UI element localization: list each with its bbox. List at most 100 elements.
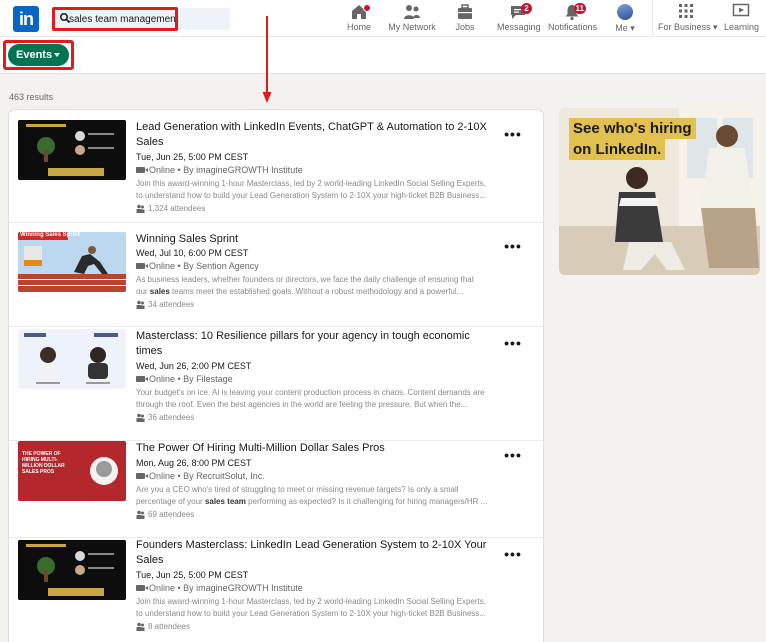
list-item[interactable]: Founders Masterclass: LinkedIn Lead Gene… bbox=[9, 538, 543, 642]
nav-item-messaging[interactable]: 2 Messaging bbox=[497, 3, 541, 35]
list-item[interactable]: Lead Generation with LinkedIn Events, Ch… bbox=[9, 110, 543, 223]
event-description-line: to understand how to build your Lead Gen… bbox=[136, 191, 486, 200]
attendee-count: 36 attendees bbox=[148, 413, 195, 422]
event-organizer: Online • By Sention Agency bbox=[149, 261, 259, 271]
list-item[interactable]: Winning Sales Sprint Winning Sales Sprin… bbox=[9, 223, 543, 327]
ad-headline-line: on LinkedIn. bbox=[569, 139, 666, 160]
attendee-count: 1,324 attendees bbox=[148, 204, 206, 213]
event-thumbnail[interactable] bbox=[18, 540, 126, 600]
event-date: Tue, Jun 25, 5:00 PM CEST bbox=[136, 152, 249, 162]
video-camera-icon bbox=[136, 473, 148, 479]
ad-headline-line: See who's hiring bbox=[569, 118, 696, 139]
network-icon bbox=[403, 3, 421, 22]
event-description-line: Are you a CEO who's tired of struggling … bbox=[136, 485, 459, 494]
video-camera-icon bbox=[136, 376, 148, 382]
thumbnail-caption: Winning Sales Sprint bbox=[20, 232, 80, 238]
event-description-line: percentage of your sales team performing… bbox=[136, 496, 496, 508]
masterclass-speakers-image bbox=[18, 329, 126, 389]
attendee-count: 69 attendees bbox=[148, 510, 195, 519]
more-options-button[interactable]: ••• bbox=[504, 239, 522, 254]
event-attendees: 34 attendees bbox=[136, 300, 194, 309]
briefcase-icon bbox=[456, 3, 474, 22]
event-date: Mon, Aug 26, 8:00 PM CEST bbox=[136, 458, 252, 468]
list-item[interactable]: Masterclass: 10 Resilience pillars for y… bbox=[9, 327, 543, 441]
event-thumbnail[interactable] bbox=[18, 329, 126, 389]
event-title[interactable]: Winning Sales Sprint bbox=[136, 232, 496, 247]
event-thumbnail[interactable] bbox=[18, 120, 126, 180]
search-results-list: Lead Generation with LinkedIn Events, Ch… bbox=[8, 109, 544, 642]
thumbnail-caption: THE POWER OF HIRING MULTI-MILLION DOLLAR… bbox=[22, 451, 65, 475]
nav-item-jobs[interactable]: Jobs bbox=[453, 3, 477, 35]
event-attendees: 1,324 attendees bbox=[136, 204, 205, 213]
event-description: Join this award-winning 1-hour Mastercla… bbox=[136, 178, 496, 202]
nav-label-learning: Learning bbox=[724, 22, 760, 32]
nav-label-for-business-wrap: For Business ▾ bbox=[658, 22, 718, 32]
nav-item-my-network[interactable]: My Network bbox=[387, 3, 437, 35]
nav-label-messaging: Messaging bbox=[497, 22, 541, 32]
linkedin-logo[interactable]: in bbox=[13, 6, 39, 32]
nav-item-learning[interactable]: Learning bbox=[724, 3, 760, 35]
event-thumbnail[interactable]: Winning Sales Sprint bbox=[18, 232, 126, 292]
global-nav: in Home My Network Jobs 2 M bbox=[0, 0, 766, 37]
home-icon bbox=[350, 3, 371, 22]
people-icon bbox=[136, 622, 145, 631]
results-count: 463 results bbox=[9, 92, 54, 102]
more-options-button[interactable]: ••• bbox=[504, 336, 522, 351]
event-organizer: Online • By imagineGROWTH Institute bbox=[149, 165, 303, 175]
masterclass-banner-image bbox=[18, 120, 126, 180]
event-description-line: As business leaders, whether founders or… bbox=[136, 275, 474, 284]
home-notification-dot bbox=[363, 4, 371, 12]
masterclass-banner-image bbox=[18, 540, 126, 600]
notifications-badge: 11 bbox=[573, 3, 586, 14]
nav-label-me: Me bbox=[615, 23, 628, 33]
nav-label-notifications: Notifications bbox=[548, 22, 598, 32]
more-options-button[interactable]: ••• bbox=[504, 127, 522, 142]
event-title[interactable]: Masterclass: 10 Resilience pillars for y… bbox=[136, 329, 496, 359]
event-description-line: Join this award-winning 1-hour Mastercla… bbox=[136, 179, 486, 188]
chevron-down-icon: ▾ bbox=[710, 22, 718, 32]
event-date: Wed, Jun 26, 2:00 PM CEST bbox=[136, 361, 252, 371]
event-description-line: our sales teams meet the established goa… bbox=[136, 286, 496, 298]
messaging-badge: 2 bbox=[521, 3, 532, 14]
more-options-button[interactable]: ••• bbox=[504, 547, 522, 562]
people-icon bbox=[136, 204, 145, 213]
people-icon bbox=[136, 300, 145, 309]
event-title[interactable]: The Power Of Hiring Multi-Million Dollar… bbox=[136, 441, 496, 456]
nav-item-for-business[interactable]: For Business ▾ bbox=[658, 3, 718, 35]
events-highlight-box bbox=[3, 40, 74, 70]
nav-label-home: Home bbox=[346, 22, 371, 32]
sprint-banner-image bbox=[18, 232, 126, 292]
event-date: Wed, Jul 10, 6:00 PM CEST bbox=[136, 248, 249, 258]
event-meta: Online • By RecruitSolut, Inc. bbox=[136, 471, 265, 481]
attendee-count: 34 attendees bbox=[148, 300, 195, 309]
desc-keyword: sales bbox=[149, 287, 170, 296]
event-meta: Online • By imagineGROWTH Institute bbox=[136, 583, 303, 593]
event-description: Your budget's on ice. AI is leaving your… bbox=[136, 387, 496, 411]
event-thumbnail[interactable]: THE POWER OF HIRING MULTI-MILLION DOLLAR… bbox=[18, 441, 126, 501]
avatar bbox=[617, 4, 633, 20]
event-meta: Online • By Sention Agency bbox=[136, 261, 259, 271]
event-description-line: Your budget's on ice. AI is leaving your… bbox=[136, 388, 485, 397]
nav-item-me[interactable]: Me ▾ bbox=[612, 3, 638, 35]
event-attendees: 8 attendees bbox=[136, 622, 190, 631]
event-description-line: Join this award-winning 1-hour Mastercla… bbox=[136, 597, 486, 606]
nav-divider bbox=[652, 0, 653, 37]
chevron-down-icon: ▾ bbox=[627, 23, 635, 33]
more-options-button[interactable]: ••• bbox=[504, 448, 522, 463]
event-title[interactable]: Founders Masterclass: LinkedIn Lead Gene… bbox=[136, 538, 496, 568]
desc-text: performing as expected? Is it challengin… bbox=[245, 497, 488, 506]
grid-icon bbox=[678, 3, 694, 22]
hiring-ad-banner[interactable]: See who's hiring on LinkedIn. bbox=[559, 108, 760, 275]
people-icon bbox=[136, 413, 145, 422]
event-organizer: Online • By imagineGROWTH Institute bbox=[149, 583, 303, 593]
event-organizer: Online • By Filestage bbox=[149, 374, 233, 384]
desc-text: teams meet the established goals. Withou… bbox=[169, 287, 464, 296]
event-description-line: to understand how to build your Lead Gen… bbox=[136, 609, 486, 618]
attendee-count: 8 attendees bbox=[148, 622, 190, 631]
event-description: As business leaders, whether founders or… bbox=[136, 274, 496, 298]
nav-item-home[interactable]: Home bbox=[345, 3, 373, 35]
nav-label-jobs: Jobs bbox=[455, 22, 475, 32]
event-title[interactable]: Lead Generation with LinkedIn Events, Ch… bbox=[136, 120, 496, 150]
list-item[interactable]: THE POWER OF HIRING MULTI-MILLION DOLLAR… bbox=[9, 441, 543, 538]
nav-item-notifications[interactable]: 11 Notifications bbox=[548, 3, 598, 35]
